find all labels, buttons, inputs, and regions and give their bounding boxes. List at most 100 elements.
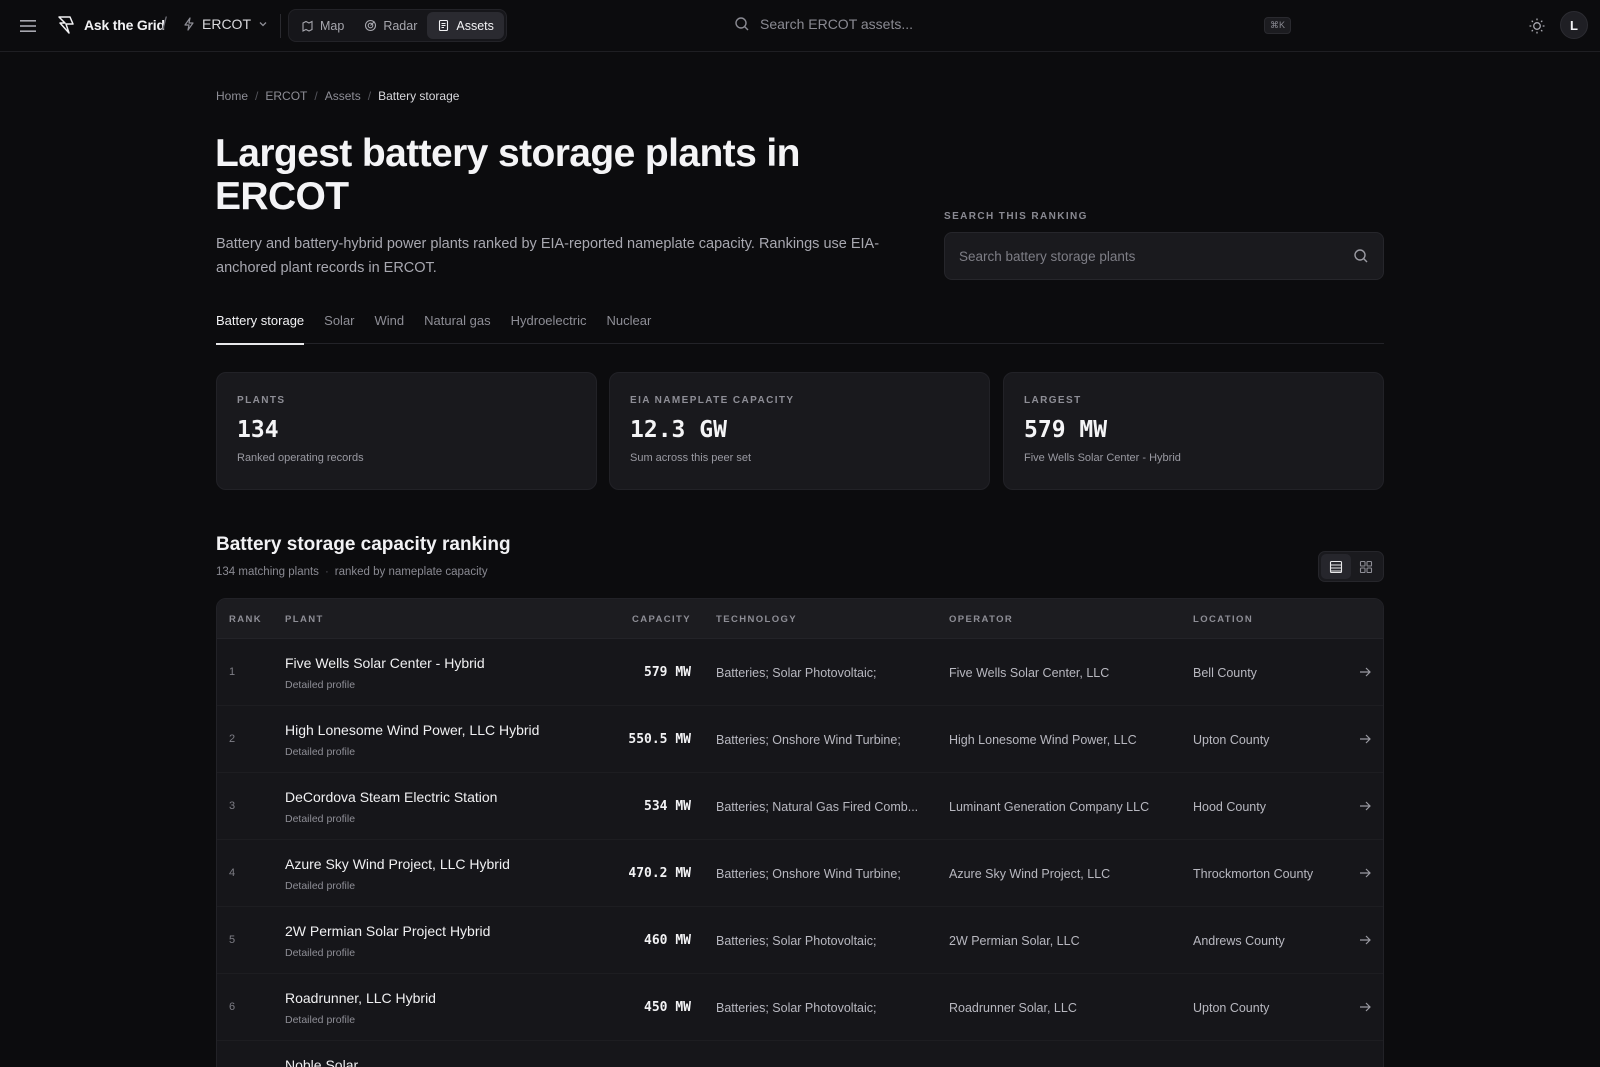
search-icon[interactable] [1353, 248, 1369, 264]
row-rank: 1 [229, 666, 236, 678]
table-header: RANK PLANT CAPACITY TECHNOLOGY OPERATOR … [217, 599, 1383, 639]
col-capacity[interactable]: CAPACITY [632, 614, 691, 625]
arrow-right-icon[interactable] [1358, 1000, 1372, 1014]
tab-wind[interactable]: Wind [375, 304, 405, 344]
breadcrumb-current: Battery storage [378, 89, 460, 103]
row-plant-name[interactable]: Roadrunner, LLC Hybrid [285, 990, 436, 1006]
row-location: Hood County [1193, 800, 1266, 814]
row-plant-name[interactable]: High Lonesome Wind Power, LLC Hybrid [285, 722, 539, 738]
row-detail-link[interactable]: Detailed profile [285, 947, 355, 959]
assets-icon [439, 19, 449, 32]
logo-icon [58, 16, 74, 34]
map-icon [302, 20, 313, 32]
row-detail-link[interactable]: Detailed profile [285, 1014, 355, 1026]
breadcrumb-separator: / [367, 89, 372, 103]
tab-nuclear[interactable]: Nuclear [606, 304, 651, 344]
arrow-right-icon[interactable] [1358, 799, 1372, 813]
breadcrumb-separator: / [314, 89, 318, 103]
row-plant-name[interactable]: DeCordova Steam Electric Station [285, 789, 497, 805]
col-location[interactable]: LOCATION [1193, 614, 1253, 625]
row-plant-name[interactable]: Azure Sky Wind Project, LLC Hybrid [285, 856, 510, 872]
col-rank[interactable]: RANK [229, 614, 262, 625]
row-capacity: 470.2 MW [628, 866, 691, 881]
row-technology: Batteries; Solar Photovoltaic; [716, 1001, 877, 1015]
theme-toggle-sun-icon[interactable] [1527, 16, 1547, 36]
table-body: 1 Five Wells Solar Center - Hybrid Detai… [217, 639, 1383, 1067]
grid-view-button[interactable] [1351, 554, 1381, 579]
row-capacity: 450 MW [644, 1000, 691, 1015]
breadcrumb-separator: / [255, 89, 259, 103]
arrow-right-icon[interactable] [1358, 732, 1372, 746]
tab-natural-gas[interactable]: Natural gas [424, 304, 490, 344]
row-operator: High Lonesome Wind Power, LLC [949, 733, 1137, 747]
ranking-search-input[interactable] [959, 248, 1353, 264]
table-row[interactable]: 5 2W Permian Solar Project Hybrid Detail… [217, 907, 1383, 974]
brand-separator: / [162, 14, 168, 34]
row-operator: Azure Sky Wind Project, LLC [949, 867, 1111, 881]
stat-value: 12.3 GW [630, 417, 727, 443]
col-operator[interactable]: OPERATOR [949, 614, 1013, 625]
tab-hydroelectric[interactable]: Hydroelectric [511, 304, 587, 344]
stat-label: EIA NAMEPLATE CAPACITY [630, 395, 795, 406]
section-title: Battery storage capacity ranking [216, 534, 511, 555]
table-row[interactable]: 1 Five Wells Solar Center - Hybrid Detai… [217, 639, 1383, 706]
table-row[interactable]: 7 Noble Solar [217, 1041, 1383, 1067]
row-operator: Five Wells Solar Center, LLC [949, 666, 1110, 680]
stat-note: Ranked operating records [237, 452, 364, 464]
row-plant-name[interactable]: Five Wells Solar Center - Hybrid [285, 655, 485, 671]
tab-solar[interactable]: Solar [324, 304, 354, 344]
row-detail-link[interactable]: Detailed profile [285, 746, 355, 758]
col-plant[interactable]: PLANT [285, 614, 324, 625]
region-selector[interactable]: ERCOT [182, 16, 269, 32]
meta-dot: · [324, 566, 329, 578]
row-detail-link[interactable]: Detailed profile [285, 813, 355, 825]
row-capacity: 534 MW [644, 799, 691, 814]
list-view-button[interactable] [1321, 554, 1351, 579]
row-location: Upton County [1193, 1001, 1270, 1015]
page-title: Largest battery storage plants in ERCOT [215, 132, 800, 218]
arrow-right-icon[interactable] [1358, 866, 1372, 880]
nav-map[interactable]: Map [291, 12, 354, 39]
brand-logo[interactable]: Ask the Grid [56, 15, 165, 35]
table-row[interactable]: 4 Azure Sky Wind Project, LLC Hybrid Det… [217, 840, 1383, 907]
global-search[interactable]: Search ERCOT assets... [734, 16, 1294, 32]
menu-icon[interactable] [18, 17, 38, 35]
ranking-search-label: SEARCH THIS RANKING [944, 211, 1088, 222]
main-nav: Map Radar Assets [288, 9, 507, 42]
nav-radar[interactable]: Radar [354, 12, 427, 39]
grid-view-icon [1359, 560, 1373, 573]
row-rank: 4 [229, 867, 236, 879]
ranking-table: RANK PLANT CAPACITY TECHNOLOGY OPERATOR … [216, 598, 1384, 1067]
nav-assets[interactable]: Assets [427, 12, 504, 39]
table-row[interactable]: 2 High Lonesome Wind Power, LLC Hybrid D… [217, 706, 1383, 773]
topbar-divider [280, 14, 281, 38]
row-detail-link[interactable]: Detailed profile [285, 679, 355, 691]
row-operator: Luminant Generation Company LLC [949, 800, 1150, 814]
ranking-basis: ranked by nameplate capacity [334, 566, 488, 578]
row-capacity: 579 MW [644, 665, 691, 680]
user-avatar[interactable]: L [1560, 11, 1588, 39]
arrow-right-icon[interactable] [1358, 665, 1372, 679]
nav-map-label: Map [320, 18, 345, 33]
stat-value: 579 MW [1024, 417, 1108, 443]
row-plant-name[interactable]: Noble Solar [285, 1057, 358, 1067]
breadcrumb-home[interactable]: Home [216, 89, 248, 103]
arrow-right-icon[interactable] [1358, 933, 1372, 947]
row-detail-link[interactable]: Detailed profile [285, 880, 355, 892]
row-capacity: 550.5 MW [628, 732, 691, 747]
table-row[interactable]: 3 DeCordova Steam Electric Station Detai… [217, 773, 1383, 840]
breadcrumb-assets[interactable]: Assets [325, 89, 361, 103]
tab-battery-storage[interactable]: Battery storage [216, 304, 305, 345]
brand-name: Ask the Grid [84, 17, 165, 33]
row-technology: Batteries; Solar Photovoltaic; [716, 666, 877, 680]
search-shortcut-badge: ⌘K [1264, 17, 1292, 34]
view-toggle [1318, 551, 1384, 582]
radar-icon [365, 19, 377, 32]
col-technology[interactable]: TECHNOLOGY [716, 614, 797, 625]
row-operator: 2W Permian Solar, LLC [949, 934, 1080, 948]
row-plant-name[interactable]: 2W Permian Solar Project Hybrid [285, 923, 490, 939]
stat-note: Sum across this peer set [630, 452, 752, 464]
list-view-icon [1329, 560, 1343, 573]
breadcrumb-ercot[interactable]: ERCOT [265, 89, 307, 103]
table-row[interactable]: 6 Roadrunner, LLC Hybrid Detailed profil… [217, 974, 1383, 1041]
